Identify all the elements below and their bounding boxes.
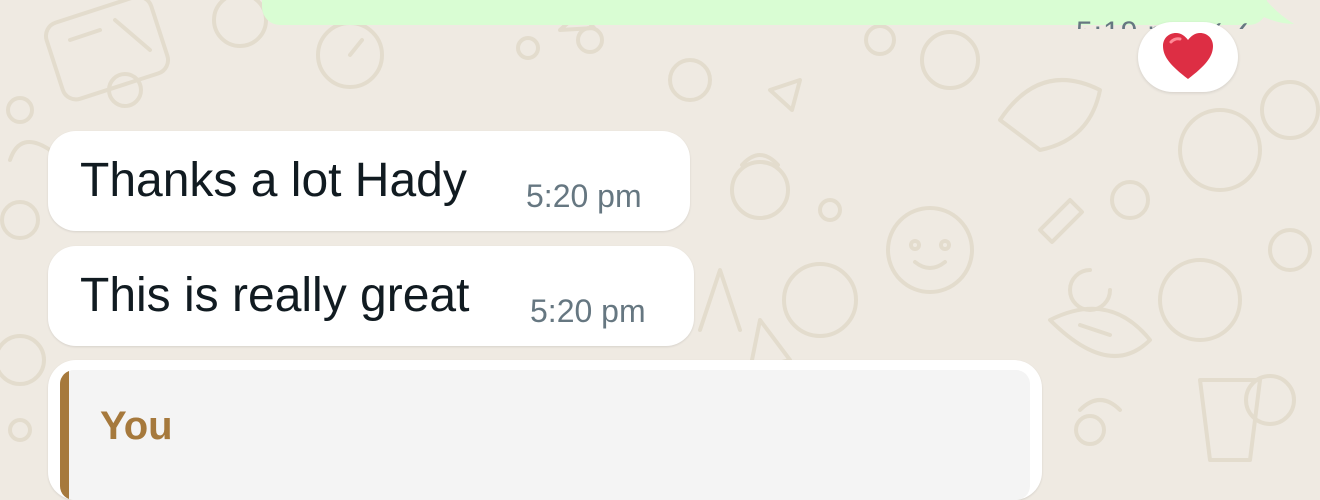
heart-reaction-icon bbox=[1163, 33, 1213, 79]
reaction-pill[interactable]: ❤️ bbox=[1138, 22, 1238, 92]
message-time: 5:20 pm bbox=[530, 293, 646, 329]
message-time: 5:20 pm bbox=[526, 178, 642, 214]
quote-accent-bar bbox=[60, 370, 69, 500]
quoted-message[interactable]: You bbox=[60, 370, 1030, 500]
quoted-author: You bbox=[100, 404, 173, 448]
outgoing-message-bubble[interactable]: 5:19 pm ✓✓ bbox=[262, 0, 1267, 29]
incoming-message-bubble[interactable]: This is really great 5:20 pm bbox=[48, 246, 694, 346]
message-text: Thanks a lot Hady bbox=[80, 154, 467, 207]
outgoing-bubble-tail bbox=[1258, 0, 1294, 24]
message-text: This is really great bbox=[80, 269, 470, 322]
incoming-message-bubble[interactable]: Thanks a lot Hady 5:20 pm bbox=[48, 131, 690, 231]
reply-message-bubble[interactable]: You bbox=[48, 360, 1042, 500]
